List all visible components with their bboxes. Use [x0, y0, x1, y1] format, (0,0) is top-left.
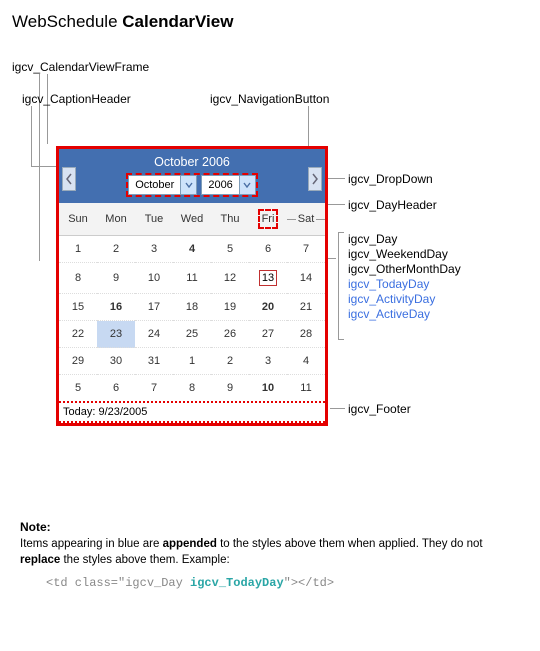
calendar-day[interactable]: 22: [59, 321, 97, 348]
calendar-day[interactable]: 7: [287, 236, 325, 263]
callout-caption: igcv_CaptionHeader: [22, 92, 131, 106]
note-body: Items appearing in blue are appended to …: [20, 536, 520, 568]
calendar-day[interactable]: 4: [173, 236, 211, 263]
calendar-day[interactable]: 6: [97, 375, 135, 402]
note-title: Note:: [20, 520, 520, 534]
caption-header: October 2006 October 2006: [59, 149, 325, 203]
month-dropdown[interactable]: October: [128, 175, 197, 195]
calendar-row: 567891011: [59, 375, 325, 402]
calendar-day[interactable]: 10: [249, 375, 287, 402]
day-header-row: Sun Mon Tue Wed Thu Fri Sat: [59, 203, 325, 236]
calendar-day[interactable]: 8: [173, 375, 211, 402]
calendar-grid: Sun Mon Tue Wed Thu Fri Sat 123456789101…: [59, 203, 325, 401]
nav-prev-button[interactable]: [62, 167, 76, 191]
day-header: Wed: [173, 203, 211, 236]
calendar-day[interactable]: 26: [211, 321, 249, 348]
calendar-row: 2930311234: [59, 348, 325, 375]
calendar-row: 22232425262728: [59, 321, 325, 348]
year-dropdown-value: 2006: [202, 179, 238, 191]
calendar-day[interactable]: 5: [211, 236, 249, 263]
calendar-diagram: igcv_CalendarViewFrame igcv_CaptionHeade…: [12, 60, 528, 500]
calendar-day[interactable]: 20: [249, 294, 287, 321]
callout-today: igcv_TodayDay: [348, 277, 429, 291]
nav-next-button[interactable]: [308, 167, 322, 191]
calendar-row: 1234567: [59, 236, 325, 263]
month-dropdown-value: October: [129, 179, 180, 191]
callout-active: igcv_ActiveDay: [348, 307, 430, 321]
day-header-fri: Fri: [249, 203, 287, 236]
calendar-day[interactable]: 4: [287, 348, 325, 375]
note-section: Note: Items appearing in blue are append…: [12, 520, 528, 590]
day-header: Tue: [135, 203, 173, 236]
code-example: <td class="igcv_Day igcv_TodayDay"></td>: [46, 576, 520, 590]
calendar-day[interactable]: 12: [211, 263, 249, 294]
calendar-day[interactable]: 1: [173, 348, 211, 375]
calendar-day[interactable]: 15: [59, 294, 97, 321]
calendar-day[interactable]: 27: [249, 321, 287, 348]
calendar-day[interactable]: 24: [135, 321, 173, 348]
callout-othermonth: igcv_OtherMonthDay: [348, 262, 461, 276]
calendar-day[interactable]: 7: [135, 375, 173, 402]
calendar-day[interactable]: 16: [97, 294, 135, 321]
chevron-down-icon: [180, 176, 196, 194]
calendar-day[interactable]: 11: [173, 263, 211, 294]
calendar-day[interactable]: 13: [249, 263, 287, 294]
calendar-day[interactable]: 10: [135, 263, 173, 294]
calendar-day[interactable]: 19: [211, 294, 249, 321]
chevron-left-icon: [65, 173, 73, 185]
caption-title: October 2006: [59, 155, 325, 173]
calendar-day[interactable]: 30: [97, 348, 135, 375]
calendar-day[interactable]: 11: [287, 375, 325, 402]
callout-dayheader: igcv_DayHeader: [348, 198, 437, 212]
calendar-day[interactable]: 3: [249, 348, 287, 375]
callout-frame: igcv_CalendarViewFrame: [12, 60, 149, 74]
callout-weekend: igcv_WeekendDay: [348, 247, 448, 261]
calendar-day[interactable]: 6: [249, 236, 287, 263]
day-header: Thu: [211, 203, 249, 236]
calendar-day[interactable]: 2: [97, 236, 135, 263]
callout-activity: igcv_ActivityDay: [348, 292, 435, 306]
page-title: WebSchedule CalendarView: [12, 12, 528, 32]
calendar-footer[interactable]: Today: 9/23/2005: [59, 401, 325, 423]
calendar-day[interactable]: 21: [287, 294, 325, 321]
calendar-day[interactable]: 23: [97, 321, 135, 348]
calendar-row: 891011121314: [59, 263, 325, 294]
calendar-day[interactable]: 25: [173, 321, 211, 348]
day-header: Sun: [59, 203, 97, 236]
calendar-row: 15161718192021: [59, 294, 325, 321]
calendar-day[interactable]: 31: [135, 348, 173, 375]
calendar-day[interactable]: 9: [97, 263, 135, 294]
dropdown-group: October 2006: [126, 173, 258, 197]
callout-day: igcv_Day: [348, 232, 397, 246]
calendar-day[interactable]: 28: [287, 321, 325, 348]
calendar-day[interactable]: 29: [59, 348, 97, 375]
calendar-day[interactable]: 9: [211, 375, 249, 402]
calendar-day[interactable]: 17: [135, 294, 173, 321]
calendar-day[interactable]: 2: [211, 348, 249, 375]
day-header-sat: Sat: [287, 203, 325, 236]
callout-dropdown: igcv_DropDown: [348, 172, 433, 186]
chevron-down-icon: [239, 176, 255, 194]
calendar-view-frame: October 2006 October 2006 Sun Mon Tue We…: [56, 146, 328, 426]
calendar-day[interactable]: 3: [135, 236, 173, 263]
chevron-right-icon: [311, 173, 319, 185]
calendar-day[interactable]: 5: [59, 375, 97, 402]
calendar-day[interactable]: 18: [173, 294, 211, 321]
callout-footer: igcv_Footer: [348, 402, 411, 416]
year-dropdown[interactable]: 2006: [201, 175, 255, 195]
calendar-day[interactable]: 14: [287, 263, 325, 294]
calendar-day[interactable]: 8: [59, 263, 97, 294]
callout-nav: igcv_NavigationButton: [210, 92, 329, 106]
day-header: Mon: [97, 203, 135, 236]
calendar-day[interactable]: 1: [59, 236, 97, 263]
